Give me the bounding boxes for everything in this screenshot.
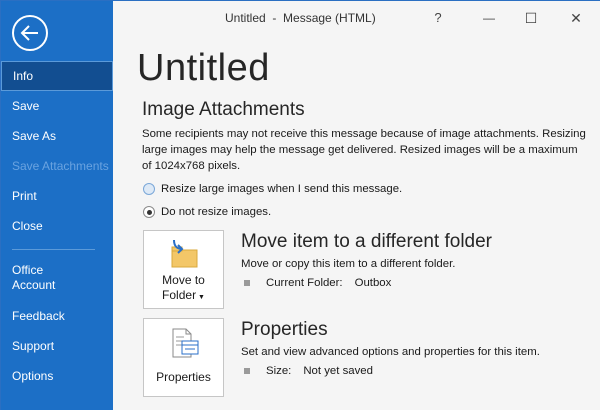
bullet-icon (244, 368, 250, 374)
size-value: Not yet saved (303, 365, 373, 377)
sidebar-item-close[interactable]: Close (1, 219, 113, 234)
sidebar-item-office-account[interactable]: Office Account (1, 263, 113, 293)
dropdown-arrow-icon: ▼ (196, 294, 205, 301)
sidebar-item-support[interactable]: Support (1, 339, 113, 354)
current-folder-value: Outbox (354, 277, 392, 289)
maximize-button[interactable]: ☐ (521, 9, 541, 27)
sidebar-item-options[interactable]: Options (1, 369, 113, 384)
properties-button[interactable]: Properties (143, 318, 224, 397)
size-row: Size: Not yet saved (244, 365, 373, 377)
sidebar-item-print[interactable]: Print (1, 189, 113, 204)
properties-document-icon (172, 328, 199, 358)
properties-button-label: Properties (156, 370, 211, 384)
sidebar-item-save-attachments[interactable]: Save Attachments (1, 159, 113, 174)
current-folder-row: Current Folder: Outbox (244, 277, 391, 289)
title-bar: Untitled - Message (HTML) ? — ☐ ✕ (113, 1, 600, 33)
move-item-heading: Move item to a different folder (241, 231, 492, 252)
back-button[interactable] (12, 15, 48, 51)
backstage-sidebar: Info Save Save As Save Attachments Print… (1, 1, 113, 410)
sidebar-item-info[interactable]: Info (1, 61, 113, 91)
window-title: Untitled - Message (HTML) (225, 11, 376, 25)
radio-selected-icon[interactable] (143, 206, 155, 218)
sidebar-item-feedback[interactable]: Feedback (1, 309, 113, 324)
move-to-label: Move to (162, 273, 205, 287)
no-resize-images-label: Do not resize images. (161, 206, 272, 218)
image-attachments-heading: Image Attachments (142, 99, 305, 120)
folder-dropdown-label: Folder ▼ (144, 288, 223, 305)
move-to-folder-button[interactable]: Move to Folder ▼ (143, 230, 224, 309)
minimize-button[interactable]: — (479, 9, 499, 27)
resize-images-option[interactable]: Resize large images when I send this mes… (143, 183, 402, 195)
no-resize-images-option[interactable]: Do not resize images. (143, 206, 271, 218)
back-arrow-icon (20, 25, 38, 41)
page-title: Untitled (137, 47, 270, 89)
bullet-icon (244, 280, 250, 286)
move-item-description: Move or copy this item to a different fo… (241, 258, 456, 270)
backstage-content: Untitled - Message (HTML) ? — ☐ ✕ Untitl… (113, 1, 600, 410)
window-frame: Info Save Save As Save Attachments Print… (0, 0, 600, 410)
properties-heading: Properties (241, 319, 328, 340)
close-window-button[interactable]: ✕ (566, 9, 586, 27)
size-label: Size: (266, 365, 292, 377)
sidebar-divider (12, 249, 95, 250)
radio-unselected-icon[interactable] (143, 183, 155, 195)
help-button[interactable]: ? (428, 9, 448, 27)
properties-description: Set and view advanced options and proper… (241, 346, 540, 358)
sidebar-item-save-as[interactable]: Save As (1, 129, 113, 144)
current-folder-label: Current Folder: (266, 277, 343, 289)
sidebar-item-save[interactable]: Save (1, 99, 113, 114)
folder-move-icon (171, 239, 198, 268)
folder-label: Folder (162, 288, 197, 302)
image-attachments-description: Some recipients may not receive this mes… (142, 128, 586, 172)
resize-images-label: Resize large images when I send this mes… (161, 183, 403, 195)
